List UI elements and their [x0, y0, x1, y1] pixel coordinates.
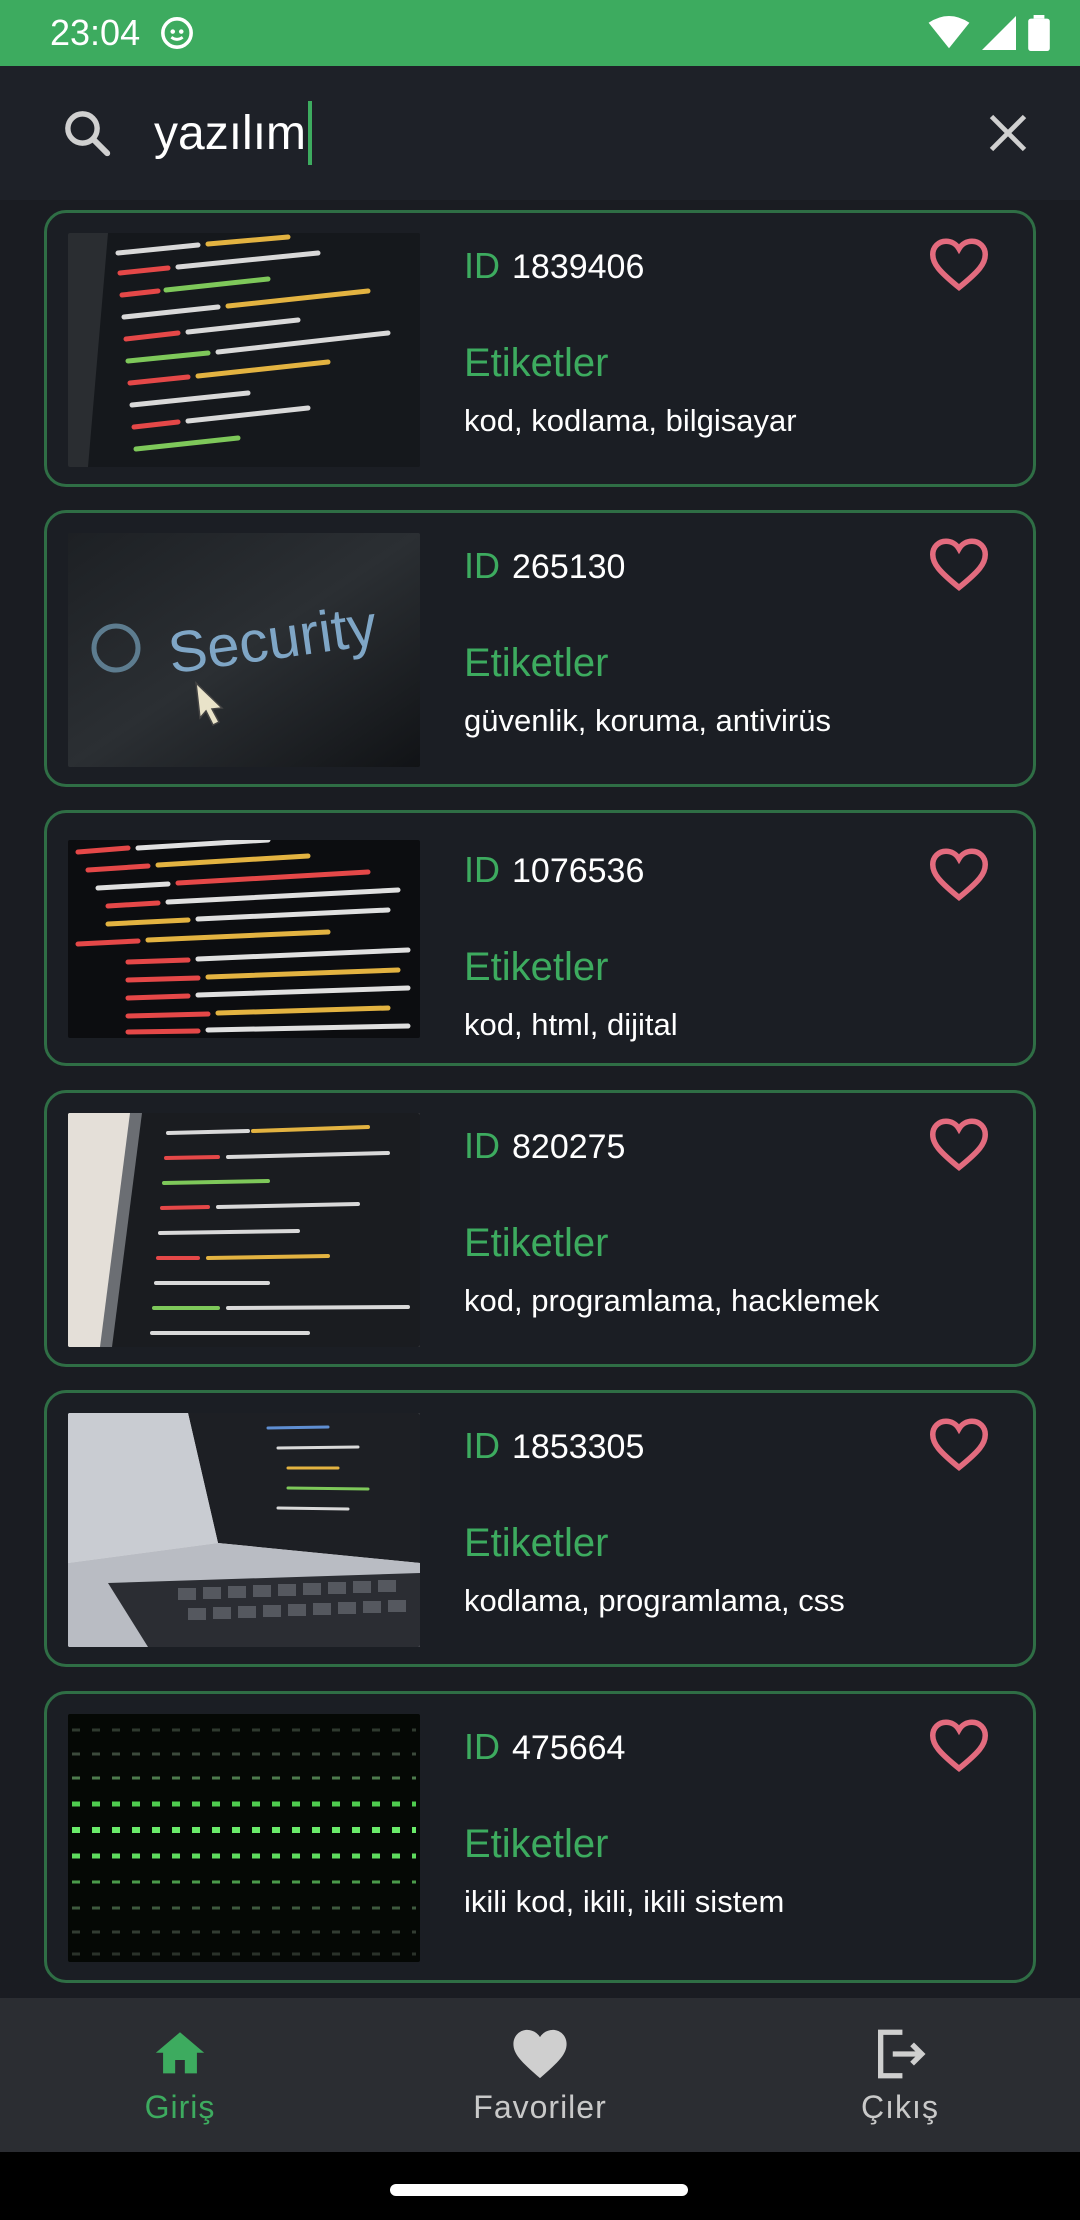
nav-label-favorites: Favoriler [473, 2088, 607, 2125]
list-item[interactable]: ID 475664 Etiketler ikili kod, ikili, ik… [44, 1691, 1036, 1983]
tags-label: Etiketler [464, 1221, 609, 1265]
wifi-icon [928, 16, 970, 49]
item-id: ID 1853305 [464, 1425, 644, 1467]
list-item[interactable]: ID 1853305 Etiketler kodlama, programlam… [44, 1390, 1036, 1667]
favorite-heart-icon[interactable] [929, 537, 989, 593]
app-notification-icon [161, 17, 194, 49]
tags-label: Etiketler [464, 1822, 609, 1866]
thumbnail-binary [68, 1714, 420, 1962]
thumbnail-html-code [68, 840, 420, 1038]
logout-icon [878, 2029, 926, 2078]
item-id: ID 265130 [464, 545, 625, 587]
search-icon [65, 111, 111, 157]
favorite-heart-icon[interactable] [929, 1417, 989, 1473]
item-id: ID 1839406 [464, 245, 644, 287]
search-query: yazılım [154, 106, 307, 160]
search-bar: yazılım [0, 66, 1080, 200]
item-id: ID 475664 [464, 1726, 625, 1768]
id-value: 265130 [512, 548, 626, 586]
battery-icon [1028, 15, 1050, 51]
list-item[interactable]: ID 820275 Etiketler kod, programlama, ha… [44, 1090, 1036, 1367]
clear-search-button[interactable] [976, 101, 1040, 165]
id-label: ID [464, 1726, 500, 1767]
heart-icon [513, 2029, 567, 2078]
thumbnail-laptop-code [68, 1113, 420, 1347]
favorite-heart-icon[interactable] [929, 237, 989, 293]
tags-value: kod, html, dijital [464, 1007, 678, 1042]
id-value: 475664 [512, 1729, 626, 1767]
list-item[interactable]: ID 1839406 Etiketler kod, kodlama, bilgi… [44, 210, 1036, 487]
id-label: ID [464, 1425, 500, 1466]
bottom-navigation: Giriş Favoriler Çıkış [0, 1998, 1080, 2152]
home-icon [155, 2031, 205, 2073]
item-id: ID 820275 [464, 1125, 625, 1167]
home-gesture-handle[interactable] [390, 2184, 688, 2196]
nav-item-favorites[interactable]: Favoriler [360, 1998, 720, 2152]
tags-value: kodlama, programlama, css [464, 1583, 845, 1618]
tags-value: güvenlik, koruma, antivirüs [464, 703, 831, 738]
nav-item-logout[interactable]: Çıkış [720, 1998, 1080, 2152]
status-bar: 23:04 [0, 0, 1080, 66]
text-caret [308, 101, 313, 165]
list-item[interactable]: ID 1076536 Etiketler kod, html, dijital [44, 810, 1036, 1066]
id-value: 1853305 [512, 1428, 645, 1466]
close-icon [989, 114, 1027, 152]
favorite-heart-icon[interactable] [929, 1718, 989, 1774]
id-label: ID [464, 245, 500, 286]
gesture-bar [0, 2152, 1080, 2220]
search-input[interactable]: yazılım [154, 98, 976, 168]
nav-label-logout: Çıkış [861, 2088, 939, 2125]
thumbnail-security: Security [68, 533, 420, 767]
thumbnail-code-screen [68, 233, 420, 467]
tags-label: Etiketler [464, 341, 609, 385]
id-label: ID [464, 545, 500, 586]
id-value: 820275 [512, 1128, 626, 1166]
tags-label: Etiketler [464, 945, 609, 989]
id-value: 1076536 [512, 852, 645, 890]
favorite-heart-icon[interactable] [929, 847, 989, 903]
nav-label-home: Giriş [144, 2088, 216, 2125]
nav-item-home[interactable]: Giriş [0, 1998, 360, 2152]
id-value: 1839406 [512, 248, 645, 286]
tags-label: Etiketler [464, 641, 609, 685]
item-id: ID 1076536 [464, 849, 644, 891]
tags-label: Etiketler [464, 1521, 609, 1565]
tags-value: ikili kod, ikili, ikili sistem [464, 1884, 785, 1919]
favorite-heart-icon[interactable] [929, 1117, 989, 1173]
tags-value: kod, kodlama, bilgisayar [464, 403, 797, 438]
list-item[interactable]: Security ID 265130 Etiketler güvenlik, k… [44, 510, 1036, 787]
thumbnail-laptop-keyboard [68, 1413, 420, 1647]
tags-value: kod, programlama, hacklemek [464, 1283, 880, 1318]
id-label: ID [464, 849, 500, 890]
status-time: 23:04 [50, 12, 141, 53]
signal-icon [982, 16, 1016, 50]
id-label: ID [464, 1125, 500, 1166]
